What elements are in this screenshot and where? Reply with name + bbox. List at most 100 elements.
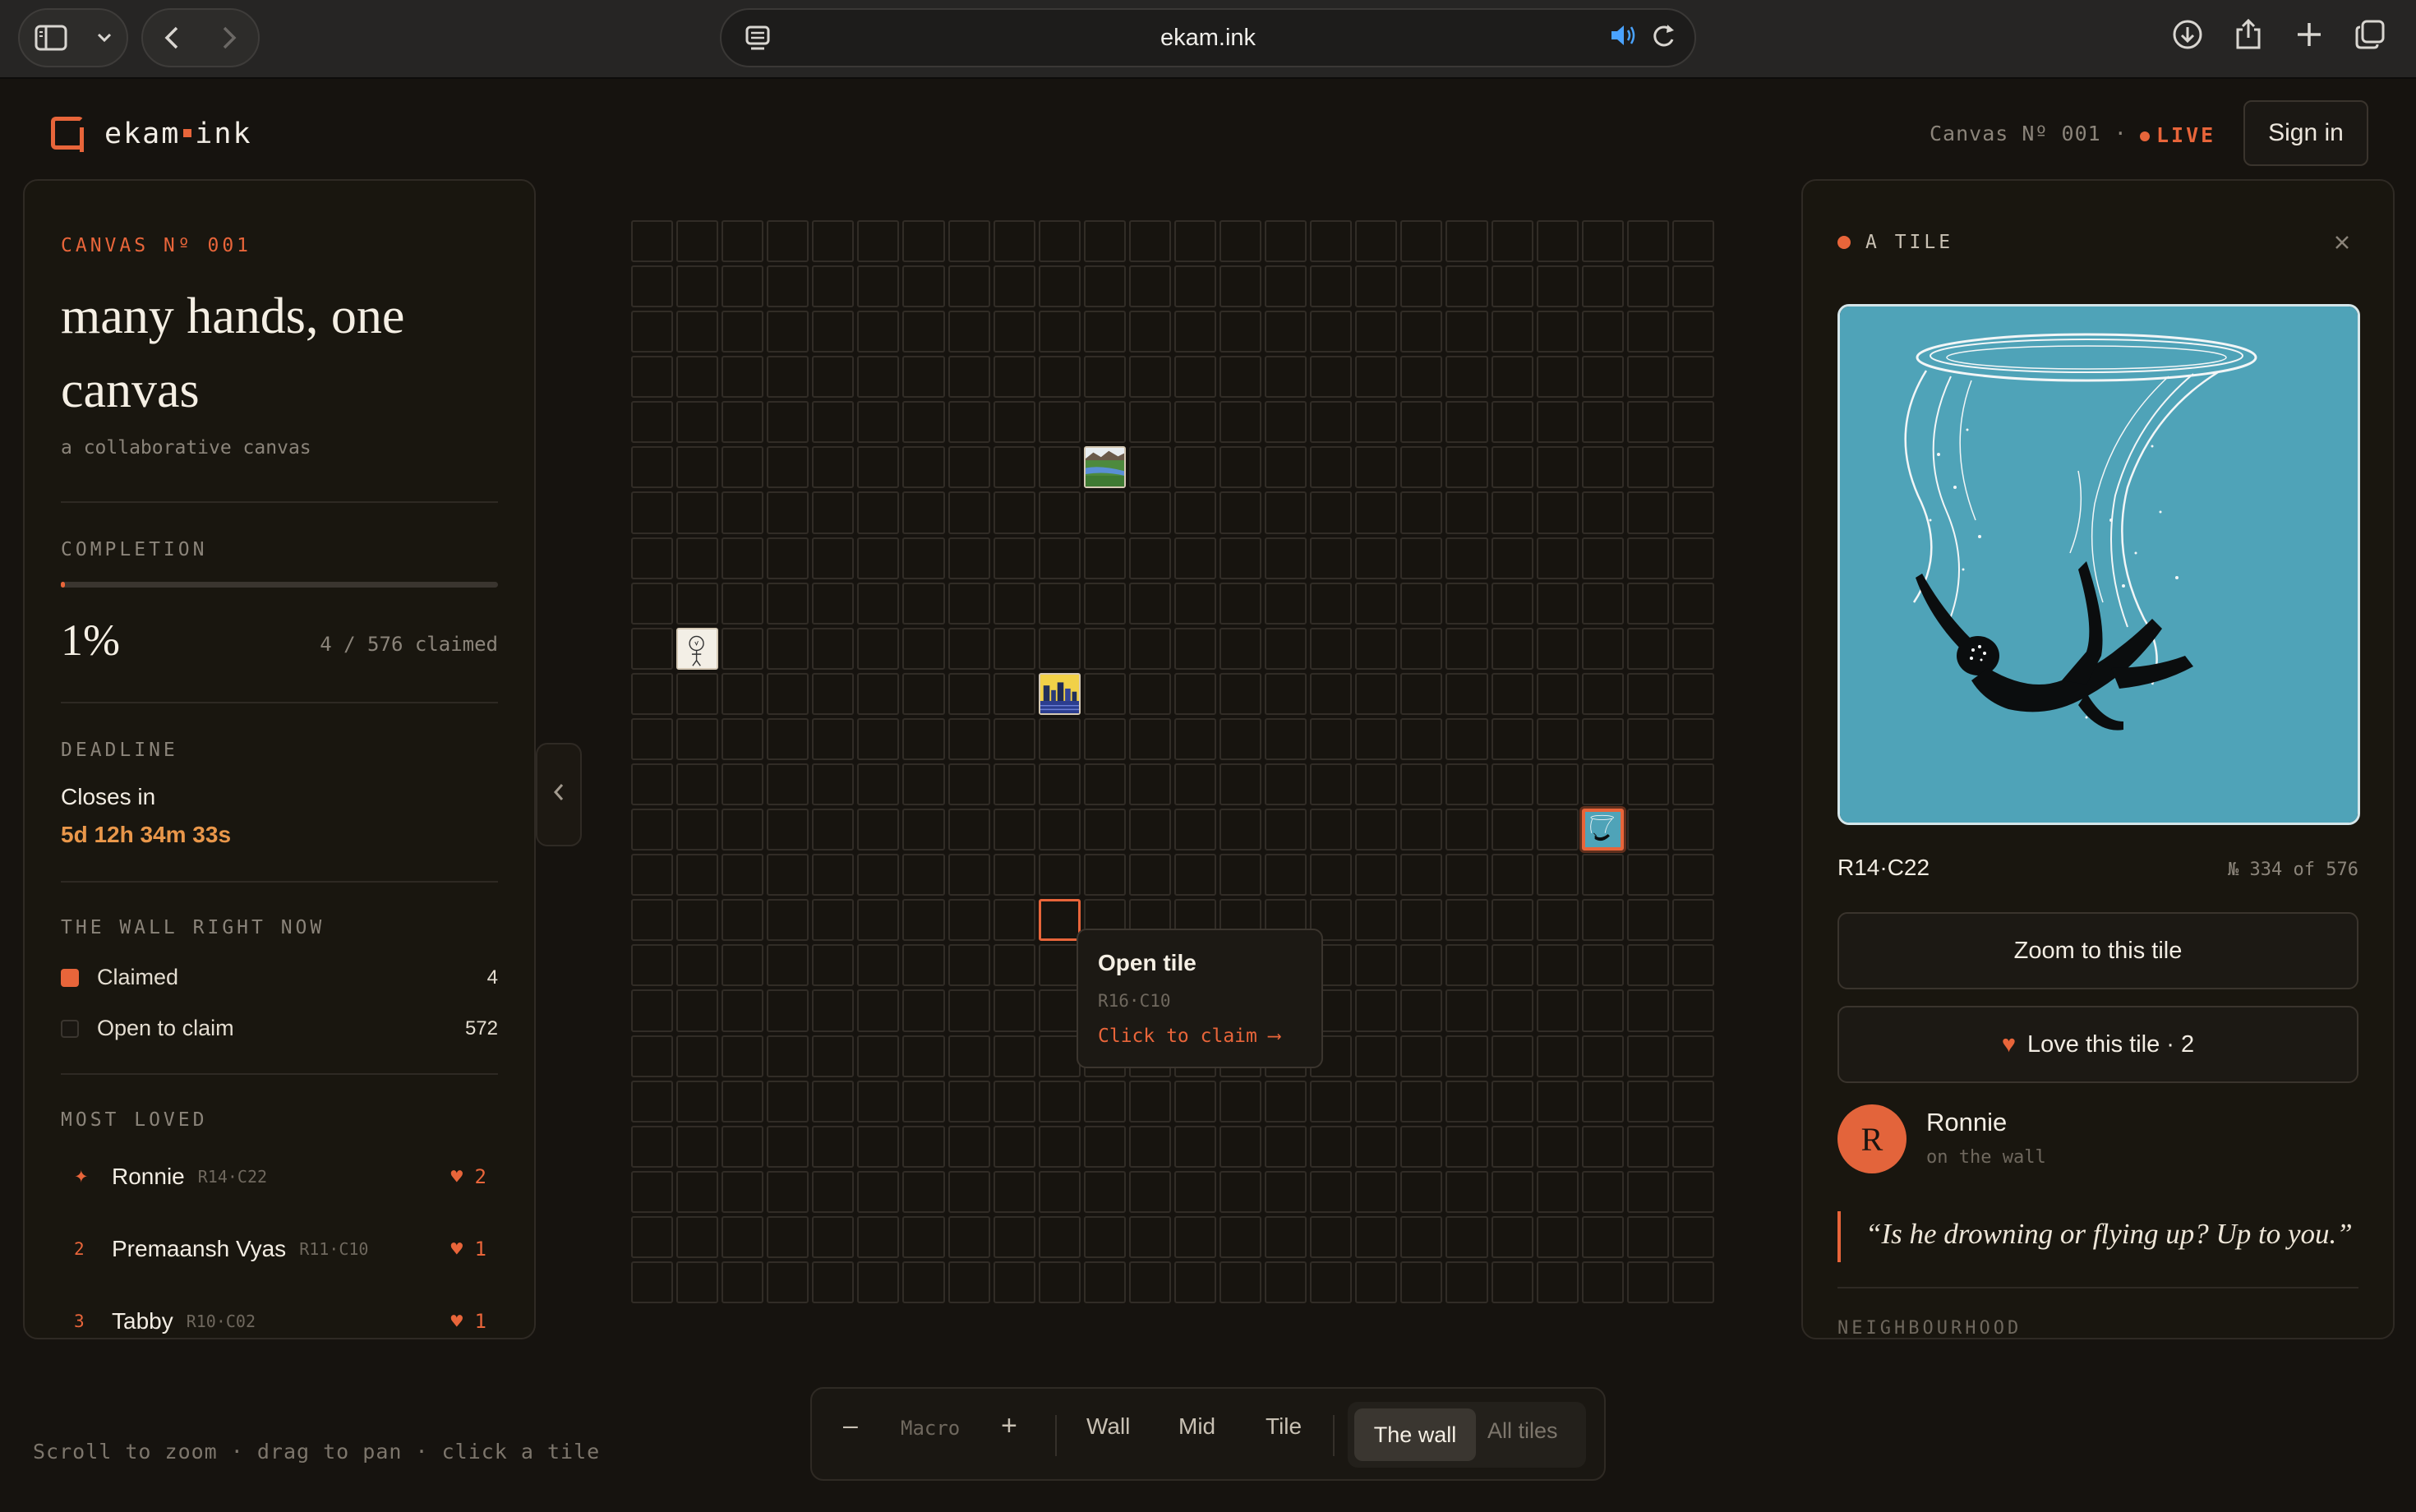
grid-tile[interactable] <box>1400 899 1443 942</box>
grid-tile[interactable] <box>1581 1125 1624 1168</box>
grid-tile[interactable] <box>1355 717 1398 760</box>
grid-tile[interactable] <box>631 491 674 534</box>
grid-tile[interactable] <box>676 672 719 715</box>
grid-tile[interactable] <box>1626 1215 1669 1258</box>
grid-tile[interactable] <box>1220 401 1262 444</box>
grid-tile[interactable] <box>1491 1035 1533 1077</box>
grid-tile[interactable] <box>1173 401 1217 444</box>
tab-overview-icon[interactable] <box>2354 18 2386 51</box>
grid-tile[interactable] <box>1220 627 1262 670</box>
sidebar-icon[interactable] <box>35 25 67 51</box>
grid-tile[interactable] <box>1445 899 1488 942</box>
grid-tile[interactable] <box>1038 265 1081 308</box>
grid-tile[interactable] <box>1445 717 1488 760</box>
grid-tile[interactable] <box>1173 582 1217 625</box>
grid-tile[interactable] <box>1671 1215 1714 1258</box>
grid-tile[interactable] <box>1671 491 1714 534</box>
tile-tooltip[interactable]: Open tile R16·C10 Click to claim ⟶ <box>1077 929 1323 1068</box>
grid-tile[interactable] <box>676 537 719 579</box>
grid-tile[interactable] <box>1173 1261 1217 1303</box>
grid-tile[interactable] <box>1310 717 1353 760</box>
grid-tile[interactable] <box>1128 446 1171 489</box>
grid-tile[interactable] <box>1671 311 1714 353</box>
grid-tile[interactable] <box>1536 717 1579 760</box>
grid-tile[interactable] <box>812 854 855 897</box>
grid-tile[interactable] <box>631 1125 674 1168</box>
grid-tile[interactable] <box>631 989 674 1032</box>
grid-tile[interactable] <box>1626 763 1669 806</box>
grid-tile[interactable] <box>631 537 674 579</box>
grid-tile[interactable] <box>1491 1261 1533 1303</box>
grid-tile[interactable] <box>1581 717 1624 760</box>
grid-tile[interactable] <box>1355 672 1398 715</box>
grid-tile[interactable] <box>1536 356 1579 399</box>
grid-tile[interactable] <box>1128 1215 1171 1258</box>
grid-tile[interactable] <box>722 672 764 715</box>
grid-tile[interactable] <box>1083 1080 1126 1122</box>
grid-tile[interactable] <box>767 1080 809 1122</box>
grid-tile[interactable] <box>993 446 1035 489</box>
grid-tile[interactable] <box>1491 582 1533 625</box>
grid-tile[interactable] <box>1083 1125 1126 1168</box>
grid-tile[interactable] <box>1310 1170 1353 1213</box>
grid-tile[interactable] <box>857 1035 900 1077</box>
grid-tile[interactable] <box>1445 491 1488 534</box>
grid-tile[interactable] <box>767 1170 809 1213</box>
grid-tile[interactable] <box>1536 220 1579 263</box>
grid-tile[interactable] <box>1581 854 1624 897</box>
grid-tile[interactable] <box>1626 401 1669 444</box>
grid-tile[interactable] <box>1038 627 1081 670</box>
grid-tile[interactable] <box>1536 1035 1579 1077</box>
grid-tile[interactable] <box>676 1215 719 1258</box>
grid-tile[interactable] <box>722 582 764 625</box>
grid-tile[interactable] <box>1491 1080 1533 1122</box>
grid-tile[interactable] <box>1083 809 1126 851</box>
grid-tile[interactable] <box>812 989 855 1032</box>
collapse-panel-button[interactable] <box>536 743 582 846</box>
grid-tile[interactable] <box>676 220 719 263</box>
grid-tile[interactable] <box>1445 582 1488 625</box>
grid-tile[interactable] <box>1626 356 1669 399</box>
grid-tile[interactable] <box>1310 1215 1353 1258</box>
grid-tile[interactable] <box>1310 1080 1353 1122</box>
reload-icon[interactable] <box>1652 21 1676 57</box>
grid-tile[interactable] <box>1220 220 1262 263</box>
grid-tile[interactable] <box>1491 220 1533 263</box>
grid-tile[interactable] <box>1581 899 1624 942</box>
grid-tile[interactable] <box>767 220 809 263</box>
grid-tile[interactable] <box>1173 1080 1217 1122</box>
author-name[interactable]: Ronnie <box>1926 1108 2007 1137</box>
grid-tile[interactable] <box>1536 1125 1579 1168</box>
grid-tile[interactable] <box>1038 1215 1081 1258</box>
grid-tile[interactable] <box>722 1035 764 1077</box>
grid-tile[interactable] <box>1265 1170 1307 1213</box>
grid-tile[interactable] <box>993 582 1035 625</box>
grid-tile[interactable] <box>1581 582 1624 625</box>
grid-tile[interactable] <box>993 717 1035 760</box>
grid-tile[interactable] <box>1128 401 1171 444</box>
grid-tile[interactable] <box>1265 1215 1307 1258</box>
grid-tile[interactable] <box>1220 763 1262 806</box>
grid-tile[interactable] <box>812 809 855 851</box>
grid-tile[interactable] <box>1445 1261 1488 1303</box>
grid-tile[interactable] <box>1310 672 1353 715</box>
grid-tile[interactable] <box>1581 220 1624 263</box>
grid-tile[interactable] <box>1626 1170 1669 1213</box>
grid-tile[interactable] <box>1491 1215 1533 1258</box>
grid-tile[interactable] <box>1536 1170 1579 1213</box>
grid-tile[interactable] <box>1400 627 1443 670</box>
grid-tile[interactable] <box>631 627 674 670</box>
grid-tile[interactable] <box>1671 627 1714 670</box>
share-icon[interactable] <box>2232 18 2265 51</box>
grid-tile[interactable] <box>902 627 945 670</box>
grid-tile[interactable] <box>1173 672 1217 715</box>
grid-tile[interactable] <box>1083 717 1126 760</box>
grid-tile[interactable] <box>676 1261 719 1303</box>
grid-tile[interactable] <box>812 491 855 534</box>
grid-tile[interactable] <box>902 1125 945 1168</box>
grid-tile[interactable] <box>812 763 855 806</box>
grid-tile[interactable] <box>1400 1215 1443 1258</box>
grid-tile[interactable] <box>1220 311 1262 353</box>
grid-tile[interactable] <box>993 899 1035 942</box>
grid-tile[interactable] <box>722 1080 764 1122</box>
